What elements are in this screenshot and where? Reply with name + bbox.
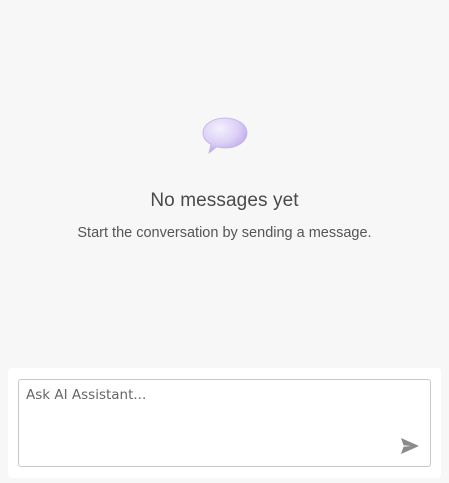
empty-state-title: No messages yet xyxy=(150,190,299,211)
empty-state: No messages yet Start the conversation b… xyxy=(0,0,449,360)
message-composer xyxy=(8,368,441,478)
message-input[interactable] xyxy=(18,379,431,467)
speech-bubble-icon xyxy=(202,117,248,155)
send-icon xyxy=(401,438,419,454)
send-button[interactable] xyxy=(399,435,421,457)
empty-state-subtitle: Start the conversation by sending a mess… xyxy=(77,225,372,241)
chat-panel: No messages yet Start the conversation b… xyxy=(0,0,449,483)
